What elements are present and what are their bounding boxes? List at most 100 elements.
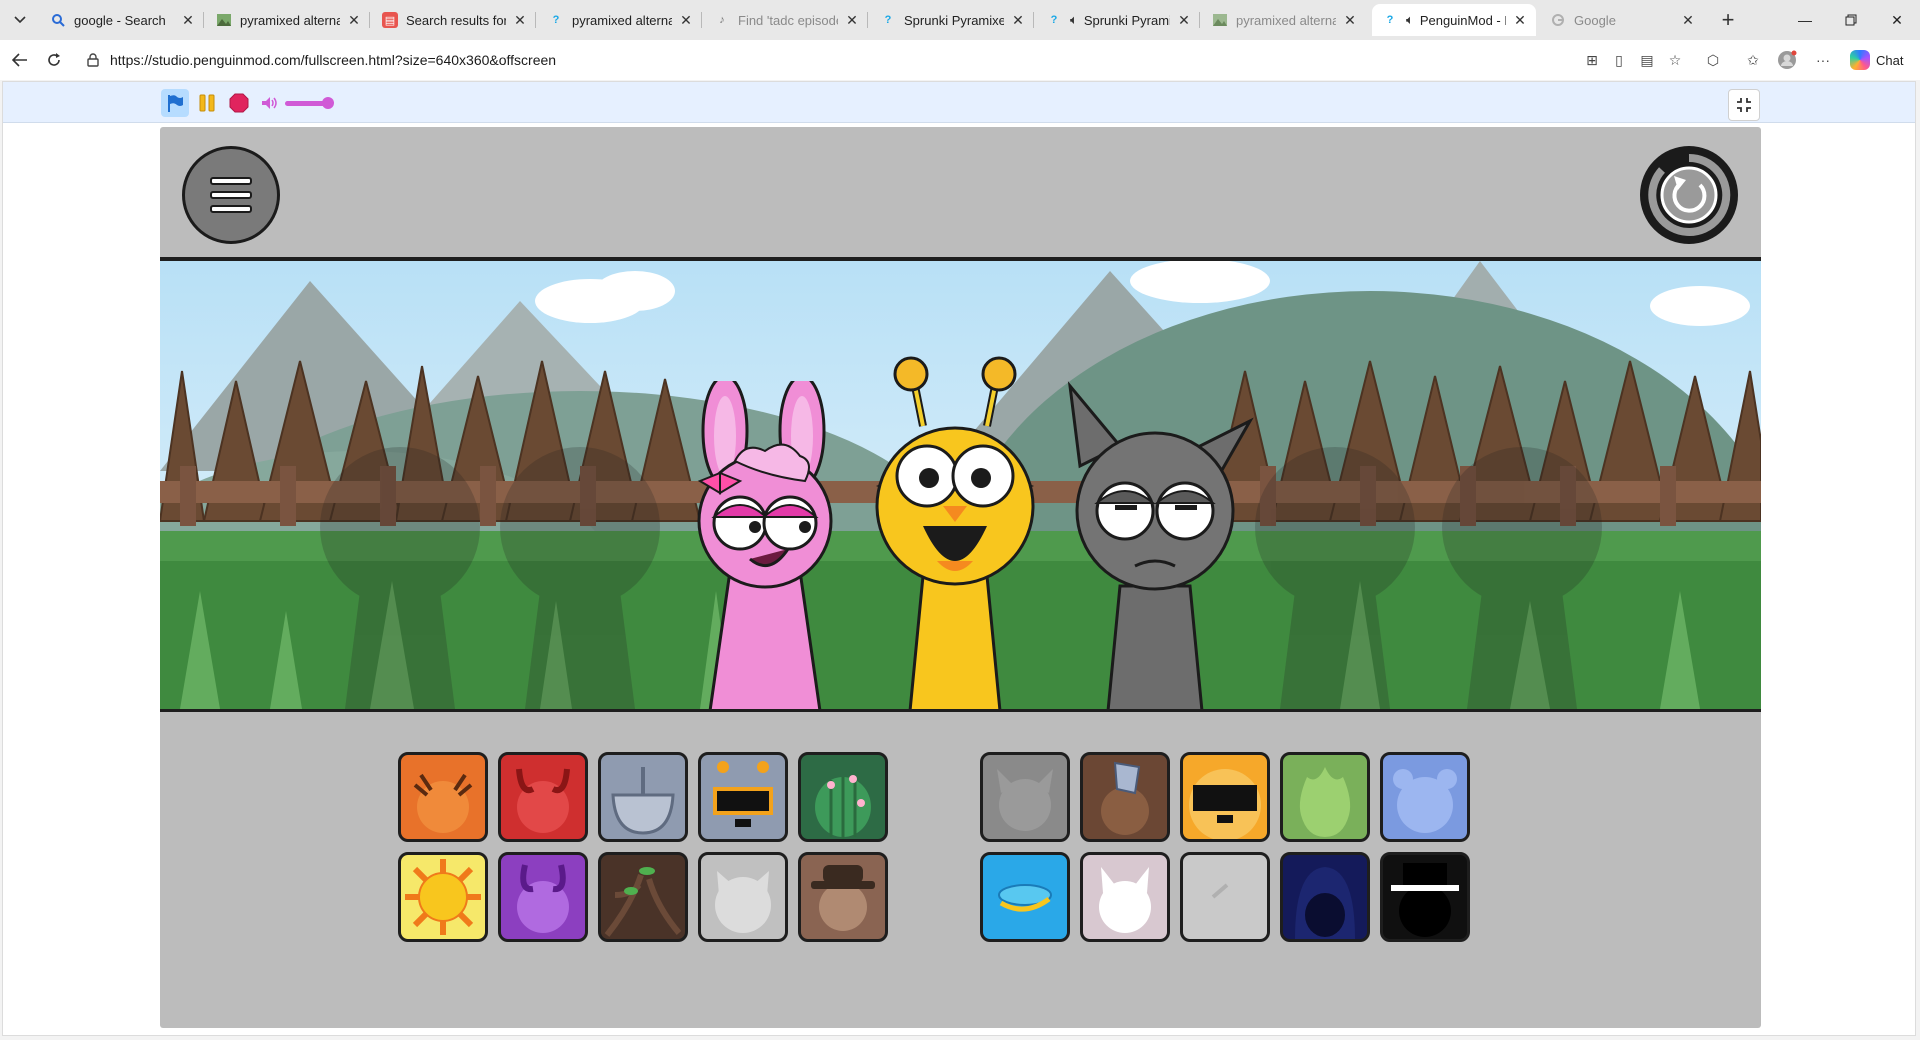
character-yellow-antenna[interactable] (865, 356, 1045, 709)
menu-button[interactable] (182, 146, 280, 244)
close-icon[interactable]: ✕ (1010, 12, 1026, 28)
new-tab-button[interactable]: + (1714, 7, 1742, 32)
tab[interactable]: google - Search ✕ (40, 4, 204, 36)
tab[interactable]: Google ✕ (1540, 4, 1704, 36)
sound-icon-purple-horns[interactable] (498, 852, 588, 942)
flag-icon (168, 95, 183, 112)
sound-icon-white-cat[interactable] (698, 852, 788, 942)
minimize-button[interactable]: — (1782, 0, 1828, 40)
sound-icon-white-fluffy-cat[interactable] (1080, 852, 1170, 942)
sound-icon-brown-branches[interactable] (598, 852, 688, 942)
tab[interactable]: ? 🔈︎ Sprunki Pyramix ✕ (1036, 4, 1200, 36)
pause-button[interactable] (193, 89, 221, 117)
game-stage[interactable] (160, 127, 1761, 1028)
favorites-icon[interactable]: ✩ (1742, 50, 1764, 70)
sound-icon-black-tophat[interactable] (1380, 852, 1470, 942)
penguinmod-icon: ? (552, 14, 560, 26)
penguinmod-icon: ? (1050, 14, 1058, 26)
tab-title: Sprunki Pyramixed - (904, 12, 1004, 28)
image-icon (216, 12, 232, 28)
sound-icon-yellow-sun[interactable] (398, 852, 488, 942)
exit-fullscreen-button[interactable] (1728, 89, 1760, 121)
volume-icon[interactable] (261, 94, 281, 112)
more-menu-icon[interactable]: ··· (1812, 50, 1834, 70)
sound-icon-navy-hood[interactable] (1280, 852, 1370, 942)
green-flag-button[interactable] (161, 89, 189, 117)
favorite-star-icon[interactable]: ☆ (1664, 50, 1686, 70)
back-button[interactable] (6, 48, 34, 72)
close-window-button[interactable]: ✕ (1874, 0, 1920, 40)
tab-active[interactable]: ? 🔈︎ PenguinMod - E ✕ (1372, 4, 1536, 36)
tab[interactable]: ? pyramixed alternate ✕ (538, 4, 702, 36)
immersive-reader-icon[interactable]: ▤ (1636, 50, 1658, 70)
sound-icon-blue-disc[interactable] (980, 852, 1070, 942)
close-icon[interactable]: ✕ (844, 12, 860, 28)
close-icon[interactable]: ✕ (346, 12, 362, 28)
image-icon (1212, 12, 1228, 28)
tab[interactable]: ? Sprunki Pyramixed - ✕ (870, 4, 1034, 36)
tab-title: pyramixed alternate (572, 12, 672, 28)
sound-icon-gray-cat[interactable] (980, 752, 1070, 842)
address-bar[interactable]: https://studio.penguinmod.com/fullscreen… (76, 45, 1676, 75)
stage-divider-bottom (160, 709, 1761, 712)
page-content (2, 81, 1916, 1036)
chevron-down-icon (14, 16, 26, 24)
sound-icon-orange-antlers[interactable] (398, 752, 488, 842)
tab-title: Find 'tadc episode 5 (738, 12, 838, 28)
sound-icon-gray-blank[interactable] (1180, 852, 1270, 942)
character-gray-cat[interactable] (1060, 371, 1260, 709)
site-info-icon[interactable] (86, 53, 100, 67)
url-text[interactable]: https://studio.penguinmod.com/fullscreen… (110, 52, 556, 68)
speaker-icon[interactable]: 🔈︎ (1070, 12, 1078, 28)
tab-title: PenguinMod - E (1419, 12, 1506, 28)
tab-title: pyramixed alternate (240, 12, 340, 28)
app-available-icon[interactable]: ⊞ (1581, 50, 1603, 70)
sound-icon-brown-bucket[interactable] (1080, 752, 1170, 842)
tab[interactable]: ▤ Search results for 'sir ✕ (372, 4, 536, 36)
close-icon[interactable]: ✕ (678, 12, 694, 28)
page-icon[interactable]: ▯ (1608, 50, 1630, 70)
tab[interactable]: pyramixed alternate ✕ (206, 4, 370, 36)
reload-button[interactable] (40, 48, 68, 72)
volume-slider-handle[interactable] (322, 97, 334, 109)
tab[interactable]: ♪ Find 'tadc episode 5 ✕ (704, 4, 868, 36)
stop-button[interactable] (225, 89, 253, 117)
reload-icon (48, 53, 60, 66)
speaker-icon[interactable]: 🔈︎ (1406, 12, 1414, 28)
browser-toolbar: https://studio.penguinmod.com/fullscreen… (0, 40, 1920, 80)
profile-avatar[interactable] (1776, 50, 1798, 70)
stop-icon (229, 93, 249, 113)
close-icon[interactable]: ✕ (1176, 12, 1192, 28)
sound-icon-green-cactus[interactable] (798, 752, 888, 842)
hamburger-menu-icon (210, 177, 252, 213)
sound-icon-gray-bowl[interactable] (598, 752, 688, 842)
tab-title: Sprunki Pyramix (1083, 12, 1170, 28)
restore-button[interactable] (1828, 0, 1874, 40)
close-icon[interactable]: ✕ (180, 12, 196, 28)
reset-icon (1648, 153, 1731, 236)
sound-icon-red-horns[interactable] (498, 752, 588, 842)
google-icon (1550, 12, 1566, 28)
close-icon[interactable]: ✕ (1512, 12, 1528, 28)
tab-actions-menu[interactable] (8, 10, 32, 30)
sound-icon-orange-visor[interactable] (1180, 752, 1270, 842)
search-icon (50, 12, 66, 28)
close-icon[interactable]: ✕ (1342, 12, 1358, 28)
character-pink-bunny[interactable] (680, 381, 850, 709)
tab-strip: google - Search ✕ pyramixed alternate ✕ … (0, 0, 1920, 40)
sound-icon-green-flame[interactable] (1280, 752, 1370, 842)
copilot-label: Chat (1876, 52, 1904, 68)
tab[interactable]: pyramixed alternate ✕ (1202, 4, 1366, 36)
sound-icon-blue-bear[interactable] (1380, 752, 1470, 842)
sound-icon-robot-visor[interactable] (698, 752, 788, 842)
reset-button[interactable] (1640, 146, 1738, 244)
close-icon[interactable]: ✕ (1680, 12, 1696, 28)
close-icon[interactable]: ✕ (512, 12, 528, 28)
penguinmod-icon: ? (1386, 14, 1394, 26)
copilot-button[interactable]: Chat (1850, 48, 1903, 72)
penguinmod-icon: ? (884, 14, 892, 26)
game-scene (160, 261, 1761, 709)
sound-icon-brown-hat[interactable] (798, 852, 888, 942)
extensions-icon[interactable]: ⬡ (1702, 50, 1724, 70)
player-controls (3, 82, 1915, 123)
